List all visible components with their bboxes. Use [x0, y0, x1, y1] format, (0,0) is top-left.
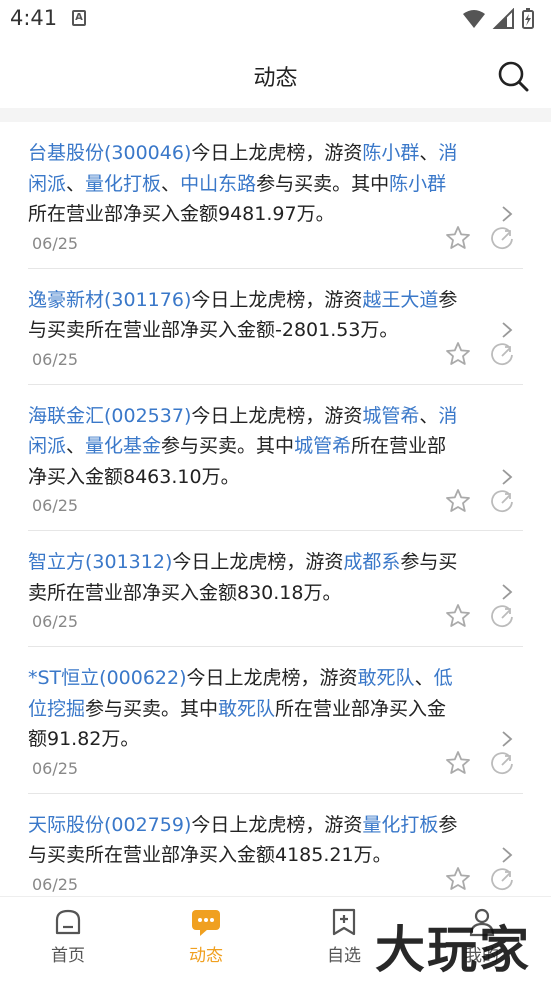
chevron-right-icon[interactable]	[501, 205, 513, 223]
feed-text: 今日上龙虎榜，游资	[191, 142, 363, 164]
feed-link[interactable]: 量化打板	[85, 173, 161, 195]
feed-link[interactable]: 量化基金	[85, 435, 161, 457]
feed-text: 、	[419, 404, 439, 427]
feed-text: 、	[414, 667, 434, 689]
star-icon[interactable]	[445, 603, 471, 629]
feed-text: 所在营业部净买入金额9481.97万。	[28, 203, 335, 225]
tab-label: 自选	[327, 946, 361, 966]
chevron-right-icon[interactable]	[501, 583, 513, 601]
chevron-right-icon[interactable]	[501, 730, 513, 748]
watermark-logo: 大玩家	[375, 920, 531, 979]
feed-link[interactable]: 逸豪新材(301176)	[28, 289, 191, 311]
feed-card-text: *ST恒立(000622)今日上龙虎榜，游资敢死队、低位挖掘参与买卖。其中敢死队…	[28, 647, 523, 755]
feed-card-text: 逸豪新材(301176)今日上龙虎榜，游资越王大道参与买卖所在营业部净买入金额-…	[28, 269, 523, 346]
tab-label: 首页	[51, 946, 85, 966]
share-icon[interactable]	[489, 341, 515, 367]
feed-link[interactable]: 陈小群	[362, 142, 419, 164]
feed-text: 、	[161, 172, 181, 195]
header: 动态	[0, 40, 551, 108]
share-icon[interactable]	[489, 603, 515, 629]
share-icon[interactable]	[489, 750, 515, 776]
add-favorite-icon	[332, 908, 356, 936]
feed-text: 、	[66, 435, 86, 457]
page-title: 动态	[253, 66, 298, 91]
feed-text: 参与买卖。其中	[85, 697, 219, 720]
status-icons	[463, 8, 534, 29]
feed-card[interactable]: 逸豪新材(301176)今日上龙虎榜，游资越王大道参与买卖所在营业部净买入金额-…	[28, 269, 523, 385]
divider	[0, 108, 551, 122]
feed-link[interactable]: 量化打板	[362, 814, 438, 836]
share-icon[interactable]	[489, 225, 515, 251]
notification-a-icon: A	[72, 10, 86, 26]
feed-link[interactable]: 中山东路	[180, 173, 256, 195]
feed-text: 参与买卖。其中	[256, 172, 390, 195]
star-icon[interactable]	[445, 225, 471, 251]
feed-list[interactable]: 台基股份(300046)今日上龙虎榜，游资陈小群、消闲派、量化打板、中山东路参与…	[0, 122, 551, 896]
feed-text: 、	[419, 142, 439, 164]
feed-text: 、	[66, 172, 86, 195]
tab-home[interactable]: 首页	[28, 907, 108, 966]
feed-link[interactable]: *ST恒立(000622)	[28, 667, 187, 689]
feed-card-text: 智立方(301312)今日上龙虎榜，游资成都系参与买卖所在营业部净买入金额830…	[28, 531, 523, 608]
feed-text: 今日上龙虎榜，游资	[172, 551, 344, 573]
chevron-right-icon[interactable]	[501, 846, 513, 864]
search-icon[interactable]	[497, 60, 529, 92]
feed-link[interactable]: 海联金汇(002537)	[28, 405, 191, 427]
feed-link[interactable]: 敢死队	[218, 698, 275, 720]
feed-link[interactable]: 智立方(301312)	[28, 551, 172, 573]
feed-text: 今日上龙虎榜，游资	[191, 404, 363, 427]
feed-link[interactable]: 敢死队	[358, 667, 415, 689]
home-icon	[55, 909, 81, 935]
star-icon[interactable]	[445, 341, 471, 367]
feed-text: 今日上龙虎榜，游资	[191, 813, 363, 836]
status-bar: 4:41 A	[0, 0, 551, 40]
message-icon	[192, 910, 220, 936]
star-icon[interactable]	[445, 866, 471, 892]
feed-card[interactable]: 海联金汇(002537)今日上龙虎榜，游资城管希、消闲派、量化基金参与买卖。其中…	[28, 385, 523, 531]
chevron-right-icon[interactable]	[501, 468, 513, 486]
feed-text: 今日上龙虎榜，游资	[186, 667, 358, 689]
feed-link[interactable]: 成都系	[343, 551, 400, 573]
share-icon[interactable]	[489, 488, 515, 514]
feed-card[interactable]: 台基股份(300046)今日上龙虎榜，游资陈小群、消闲派、量化打板、中山东路参与…	[28, 122, 523, 269]
feed-link[interactable]: 越王大道	[362, 289, 438, 311]
wifi-icon	[463, 10, 485, 28]
tab-dynamics[interactable]: 动态	[166, 907, 246, 966]
feed-text: 参与买卖。其中	[161, 435, 295, 457]
status-time: 4:41	[10, 6, 58, 30]
feed-card-text: 天际股份(002759)今日上龙虎榜，游资量化打板参与买卖所在营业部净买入金额4…	[28, 794, 523, 871]
feed-card-text: 台基股份(300046)今日上龙虎榜，游资陈小群、消闲派、量化打板、中山东路参与…	[28, 122, 523, 230]
star-icon[interactable]	[445, 488, 471, 514]
feed-card-text: 海联金汇(002537)今日上龙虎榜，游资城管希、消闲派、量化基金参与买卖。其中…	[28, 385, 523, 493]
tab-watchlist[interactable]: 自选	[304, 907, 384, 966]
feed-link[interactable]: 天际股份(002759)	[28, 814, 191, 836]
feed-link[interactable]: 城管希	[362, 405, 419, 427]
chevron-right-icon[interactable]	[501, 321, 513, 339]
star-icon[interactable]	[445, 750, 471, 776]
tab-label: 动态	[189, 946, 223, 966]
feed-text: 今日上龙虎榜，游资	[191, 288, 363, 311]
feed-card[interactable]: *ST恒立(000622)今日上龙虎榜，游资敢死队、低位挖掘参与买卖。其中敢死队…	[28, 647, 523, 794]
share-icon[interactable]	[489, 866, 515, 892]
feed-link[interactable]: 城管希	[294, 435, 351, 457]
feed-card[interactable]: 智立方(301312)今日上龙虎榜，游资成都系参与买卖所在营业部净买入金额830…	[28, 531, 523, 647]
feed-link[interactable]: 台基股份(300046)	[28, 142, 191, 164]
feed-link[interactable]: 陈小群	[389, 173, 446, 195]
feed-card[interactable]: 天际股份(002759)今日上龙虎榜，游资量化打板参与买卖所在营业部净买入金额4…	[28, 794, 523, 897]
